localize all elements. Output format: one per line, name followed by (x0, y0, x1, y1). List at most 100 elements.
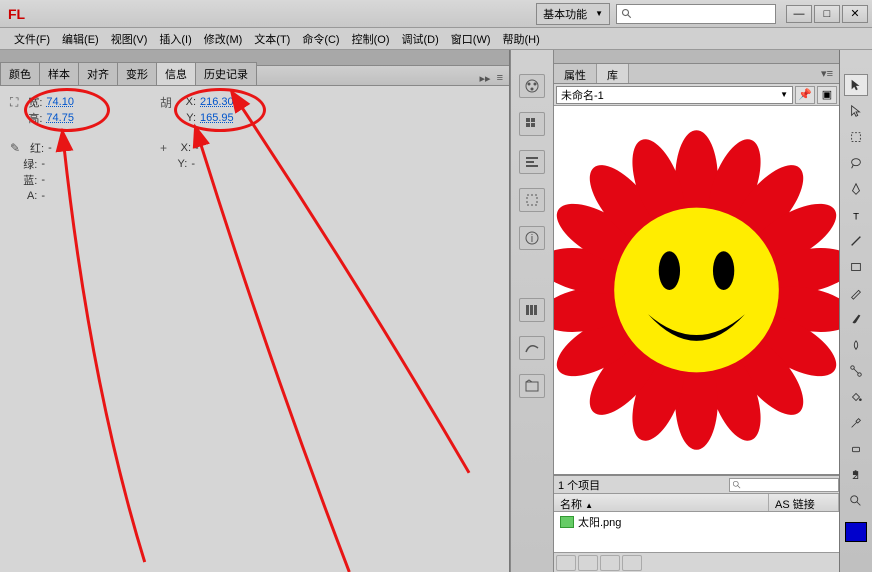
menu-text[interactable]: 文本(T) (248, 28, 296, 50)
height-value[interactable]: 74.75 (46, 112, 86, 124)
chevron-down-icon: ▼ (595, 9, 603, 18)
hand-tool[interactable] (844, 464, 868, 486)
bitmap-icon (560, 516, 574, 528)
library-list: 太阳.png (554, 512, 839, 552)
align-panel-icon[interactable] (519, 150, 545, 174)
pin-button[interactable]: 📌 (795, 86, 815, 104)
text-tool[interactable]: T (844, 204, 868, 226)
crosshair-icon: + (160, 141, 167, 155)
search-icon (732, 480, 742, 490)
a-label: A: (19, 190, 37, 202)
menu-control[interactable]: 控制(O) (346, 28, 396, 50)
info-panel-icon[interactable]: i (519, 226, 545, 250)
transform-panel-icon[interactable] (519, 188, 545, 212)
library-search[interactable] (729, 478, 839, 492)
selection-tool[interactable] (844, 74, 868, 96)
x-value[interactable]: 216.30 (200, 96, 240, 108)
panel-collapse-icon[interactable]: ▸▸ (480, 72, 491, 85)
line-tool[interactable] (844, 230, 868, 252)
search-input[interactable] (616, 4, 776, 24)
svg-text:i: i (531, 233, 533, 245)
col-aslink[interactable]: AS 链接 (769, 494, 839, 511)
menu-view[interactable]: 视图(V) (105, 28, 154, 50)
x2-label: X: (173, 142, 191, 154)
menu-window[interactable]: 窗口(W) (445, 28, 497, 50)
width-label: 宽: (24, 94, 42, 110)
left-panel: 颜色 样本 对齐 变形 信息 历史记录 ▸▸ ≡ ⛶ 宽: 74.10 (0, 50, 510, 572)
menu-edit[interactable]: 编辑(E) (56, 28, 105, 50)
zoom-tool[interactable] (844, 490, 868, 512)
svg-text:T: T (853, 211, 859, 222)
titlebar: FL 基本功能 ▼ — □ ✕ (0, 0, 872, 28)
menu-help[interactable]: 帮助(H) (497, 28, 546, 50)
y-value[interactable]: 165.95 (200, 112, 240, 124)
col-name[interactable]: 名称 ▲ (554, 494, 769, 511)
item-count-row: 1 个项目 (554, 476, 839, 494)
menu-debug[interactable]: 调试(D) (396, 28, 445, 50)
library-item-name: 太阳.png (578, 514, 621, 530)
subselection-tool[interactable] (844, 100, 868, 122)
b-value: - (41, 174, 81, 186)
workspace: 颜色 样本 对齐 变形 信息 历史记录 ▸▸ ≡ ⛶ 宽: 74.10 (0, 50, 872, 572)
tab-align[interactable]: 对齐 (78, 62, 118, 85)
b-label: 蓝: (19, 172, 37, 188)
right-tabs: 属性 库 ▾≡ (554, 64, 839, 84)
deco-tool[interactable] (844, 334, 868, 356)
x2-value: - (195, 142, 235, 154)
pencil-tool[interactable] (844, 282, 868, 304)
minimize-button[interactable]: — (786, 5, 812, 23)
new-folder-button[interactable] (578, 555, 598, 571)
r-label: 红: (26, 140, 44, 156)
new-symbol-button[interactable] (556, 555, 576, 571)
motion-panel-icon[interactable] (519, 336, 545, 360)
item-count-label: 1 个项目 (558, 477, 600, 493)
tab-swatches[interactable]: 样本 (39, 62, 79, 85)
brush-tool[interactable] (844, 308, 868, 330)
tab-info[interactable]: 信息 (156, 62, 196, 85)
panel-tab-row: 颜色 样本 对齐 变形 信息 历史记录 ▸▸ ≡ (0, 66, 509, 86)
menu-insert[interactable]: 插入(I) (153, 28, 197, 50)
registration-icon: 胡 (160, 94, 172, 111)
tab-library[interactable]: 库 (597, 64, 629, 83)
library-panel-icon[interactable] (519, 298, 545, 322)
rectangle-tool[interactable] (844, 256, 868, 278)
tab-color[interactable]: 颜色 (0, 62, 40, 85)
lasso-tool[interactable] (844, 152, 868, 174)
close-button[interactable]: ✕ (842, 5, 868, 23)
workspace-dropdown[interactable]: 基本功能 ▼ (536, 3, 610, 25)
tab-history[interactable]: 历史记录 (195, 62, 257, 85)
tools-panel: T (840, 50, 872, 572)
fill-color-swatch[interactable] (845, 522, 867, 542)
eyedropper-tool[interactable] (844, 412, 868, 434)
tab-properties[interactable]: 属性 (554, 64, 597, 83)
mid-toolbar: i (510, 50, 554, 572)
menu-modify[interactable]: 修改(M) (198, 28, 249, 50)
eyedropper-icon: ✎ (10, 141, 20, 155)
maximize-button[interactable]: □ (814, 5, 840, 23)
project-panel-icon[interactable] (519, 374, 545, 398)
library-item-row[interactable]: 太阳.png (554, 512, 839, 532)
menu-file[interactable]: 文件(F) (8, 28, 56, 50)
eraser-tool[interactable] (844, 438, 868, 460)
properties-button[interactable] (600, 555, 620, 571)
sun-image (554, 106, 839, 474)
tab-transform[interactable]: 变形 (117, 62, 157, 85)
x-label: X: (178, 96, 196, 108)
bone-tool[interactable] (844, 360, 868, 382)
width-value[interactable]: 74.10 (46, 96, 86, 108)
right-panel-menu-icon[interactable]: ▾≡ (815, 64, 839, 83)
library-doc-dropdown[interactable]: 未命名-1 ▼ (556, 86, 793, 104)
pen-tool[interactable] (844, 178, 868, 200)
right-panel-grip[interactable] (554, 50, 839, 64)
free-transform-tool[interactable] (844, 126, 868, 148)
paint-bucket-tool[interactable] (844, 386, 868, 408)
size-icon: ⛶ (10, 95, 18, 110)
new-library-button[interactable]: ▣ (817, 86, 837, 104)
delete-button[interactable] (622, 555, 642, 571)
app-logo: FL (0, 6, 40, 22)
menu-commands[interactable]: 命令(C) (296, 28, 345, 50)
panel-menu-icon[interactable]: ≡ (497, 72, 503, 85)
color-panel-icon[interactable] (519, 74, 545, 98)
swatches-panel-icon[interactable] (519, 112, 545, 136)
height-label: 高: (24, 110, 42, 126)
